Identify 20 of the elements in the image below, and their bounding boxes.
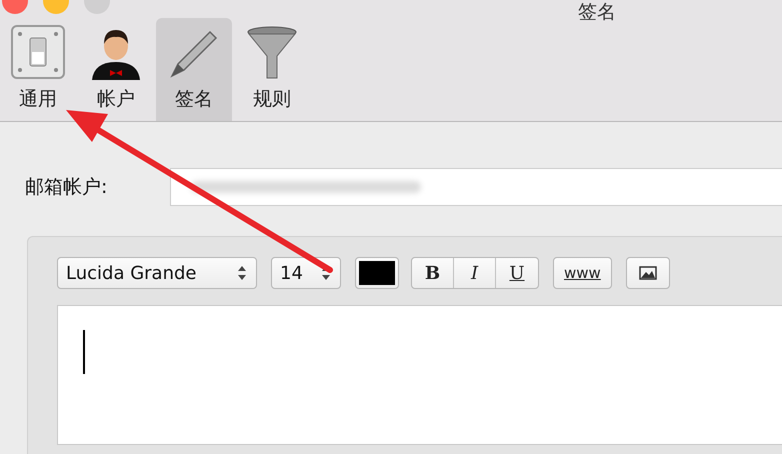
image-icon [638, 266, 657, 280]
account-field[interactable] [170, 168, 782, 206]
toolbar-tab[interactable]: 规则 [234, 18, 310, 121]
account-label: 邮箱帐户: [25, 175, 108, 200]
color-well[interactable] [355, 257, 399, 289]
style-button[interactable]: U [496, 258, 538, 288]
size-select[interactable]: 14 [271, 257, 341, 289]
style-button[interactable]: B [412, 258, 454, 288]
window-title: 签名 [578, 1, 616, 23]
stepper-arrows-icon [238, 266, 246, 280]
text-cursor [83, 330, 85, 374]
signature-editor[interactable] [57, 305, 782, 445]
toolbar-tab[interactable]: 通用 [0, 18, 76, 121]
toolbar-tab[interactable]: 签名 [156, 18, 232, 121]
font-select[interactable]: Lucida Grande [57, 257, 257, 289]
link-button[interactable]: www [553, 257, 612, 289]
toolbar-tab[interactable]: 帐户 [78, 18, 154, 121]
style-button[interactable]: I [454, 258, 496, 288]
insert-image-button[interactable] [626, 257, 670, 289]
switch-icon [10, 24, 66, 80]
